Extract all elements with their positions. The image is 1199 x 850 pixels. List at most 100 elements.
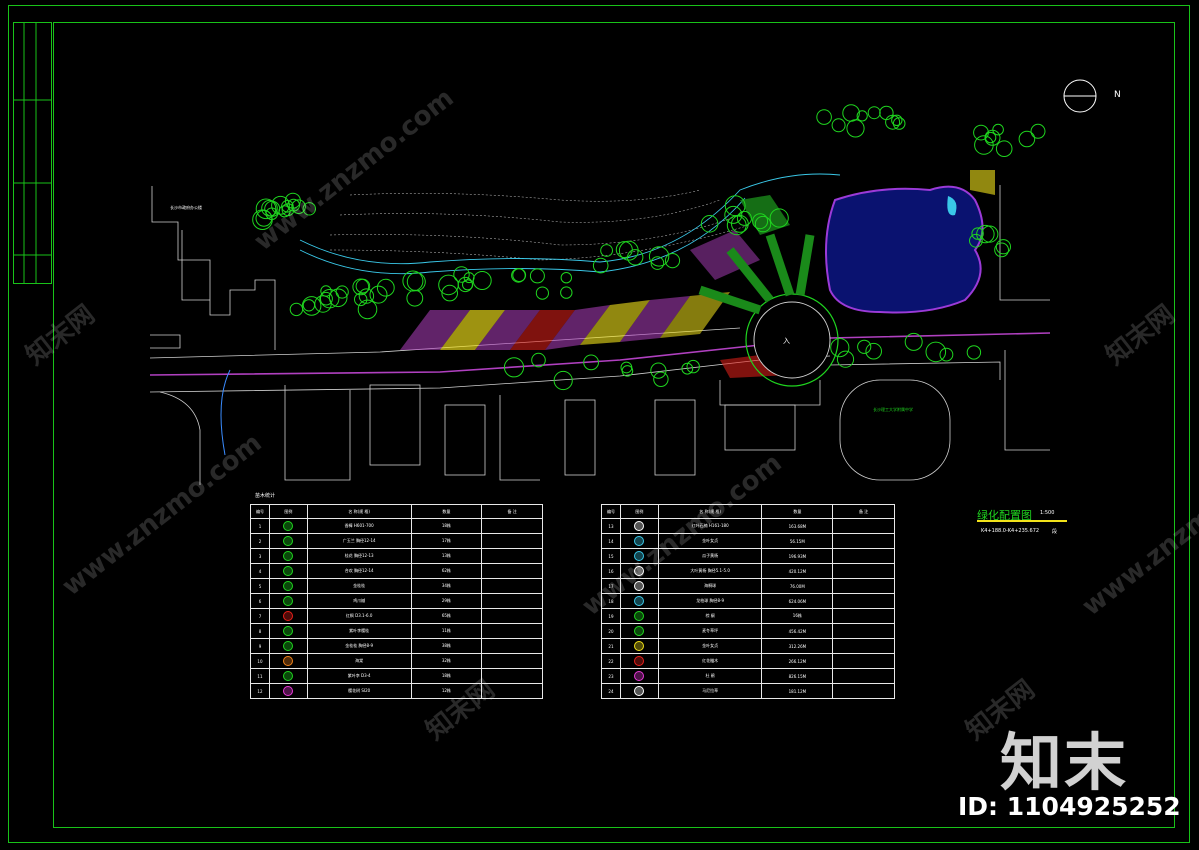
plant-symbol-icon xyxy=(283,521,294,531)
drawing-scale: 1:500 xyxy=(1040,510,1055,516)
legend-name: 金叶女贞 xyxy=(657,638,763,654)
tree-icon xyxy=(560,286,573,299)
plant-legend-table-left: 编号 图例 名 称(规 格) 数量 备 注 1 香樟 H601-700 18株 2 广玉… xyxy=(250,504,543,699)
tree-icon xyxy=(686,359,700,374)
legend-row: 10 海棠 32株 xyxy=(250,653,543,669)
tree-icon xyxy=(973,124,989,141)
plant-symbol-icon xyxy=(634,671,645,681)
legend-name: 金桂桂 胸径8-9 xyxy=(306,638,412,654)
tree-icon xyxy=(453,266,470,283)
plant-symbol-icon xyxy=(283,641,294,651)
plant-symbol-icon xyxy=(283,611,294,621)
plant-symbol-icon xyxy=(634,566,645,576)
legend-symbol-icon xyxy=(268,518,308,534)
legend-name: 樱花树 SI20 xyxy=(306,683,412,699)
tree-icon xyxy=(981,225,999,243)
legend-name: 紫叶李 D3-4 xyxy=(306,668,412,684)
tree-icon xyxy=(511,268,526,283)
legend-number: 10 xyxy=(250,653,270,669)
legend-symbol-icon xyxy=(268,638,308,654)
legend-remark xyxy=(481,683,543,699)
legend-remark xyxy=(481,638,543,654)
brand-watermark: 知末 xyxy=(1000,726,1129,799)
plant-symbol-icon xyxy=(283,626,294,636)
legend-number: 9 xyxy=(250,638,270,654)
legend-quantity: 624.06M xyxy=(761,593,834,609)
legend-name: 麦冬草坪 xyxy=(657,623,763,639)
plant-symbol-icon xyxy=(634,611,645,621)
legend-remark xyxy=(832,548,895,564)
legend-quantity: 17株 xyxy=(410,533,483,549)
legend-row: 6 鸡爪槭 29株 xyxy=(250,593,543,609)
legend-name: 红枫 D3.1-6.0 xyxy=(306,608,412,624)
legend-quantity: 13株 xyxy=(410,548,483,564)
legend-symbol-icon xyxy=(268,548,308,564)
legend-remark xyxy=(832,608,895,624)
legend-number: 24 xyxy=(601,683,621,699)
plant-symbol-icon xyxy=(634,686,645,696)
tree-icon xyxy=(966,345,982,360)
tree-icon xyxy=(1030,123,1046,139)
legend-symbol-icon xyxy=(268,563,308,579)
plant-symbol-icon xyxy=(634,596,645,606)
plant-symbol-icon xyxy=(634,521,645,531)
legend-number: 23 xyxy=(601,668,621,684)
legend-number: 8 xyxy=(250,623,270,639)
drawing-chainage: K4+188.0-K4+235.672 xyxy=(981,528,1040,534)
school-label: 长沙理工大学附属中学 xyxy=(873,407,913,412)
tree-icon xyxy=(995,140,1013,157)
header-cell: 编号 xyxy=(250,504,270,519)
legend-quantity: 38株 xyxy=(410,638,483,654)
legend-number: 13 xyxy=(601,518,621,534)
legend-name: 红叶石楠 H161-180 xyxy=(657,518,763,534)
legend-number: 12 xyxy=(250,683,270,699)
legend-number: 5 xyxy=(250,578,270,594)
contour-lines xyxy=(329,189,751,261)
legend-remark xyxy=(481,623,543,639)
title-strip-lines xyxy=(13,22,52,284)
legend-name: 海棠 xyxy=(306,653,412,669)
legend-row: 9 金桂桂 胸径8-9 38株 xyxy=(250,638,543,654)
legend-quantity: 312.26M xyxy=(761,638,834,654)
tree-icon xyxy=(289,302,304,317)
header-cell: 数量 xyxy=(410,504,483,519)
legend-remark xyxy=(832,533,895,549)
legend-number: 4 xyxy=(250,563,270,579)
legend-number: 15 xyxy=(601,548,621,564)
legend-remark xyxy=(832,683,895,699)
tree-icon xyxy=(995,239,1012,255)
tree-icon xyxy=(441,284,459,302)
legend-quantity: 29株 xyxy=(410,593,483,609)
tree-icon xyxy=(879,105,894,121)
tree-icon xyxy=(406,289,424,307)
legend-symbol-icon xyxy=(268,578,308,594)
legend-name: 大叶黄杨 胸径5.1-5.0 xyxy=(657,563,763,579)
drawing-chainage-suffix: 段 xyxy=(1052,529,1058,535)
legend-number: 21 xyxy=(601,638,621,654)
legend-symbol-icon xyxy=(619,578,659,594)
legend-remark xyxy=(832,623,895,639)
legend-row: 18 龙柏球 胸径8-9 624.06M xyxy=(601,593,895,609)
legend-number: 1 xyxy=(250,518,270,534)
title-underline xyxy=(977,520,1067,522)
legend-quantity: 181.12M xyxy=(761,683,834,699)
tree-icon xyxy=(842,104,860,122)
legend-symbol-icon xyxy=(619,563,659,579)
tree-icon xyxy=(831,118,846,133)
legend-remark xyxy=(832,518,895,534)
legend-number: 6 xyxy=(250,593,270,609)
tree-icon xyxy=(650,362,667,379)
legend-name: 红花檵木 xyxy=(657,653,763,669)
building-label: 长沙市政府办公楼 xyxy=(170,205,202,210)
legend-number: 3 xyxy=(250,548,270,564)
plant-symbol-icon xyxy=(283,551,294,561)
legend-quantity: 11株 xyxy=(410,623,483,639)
legend-quantity: 65株 xyxy=(410,608,483,624)
legend-symbol-icon xyxy=(619,623,659,639)
header-cell: 名 称(规 格) xyxy=(306,504,412,519)
tree-icon xyxy=(302,299,316,312)
tree-icon xyxy=(560,272,572,284)
legend-quantity: 163.68M xyxy=(761,518,834,534)
cad-drawing-sheet: N www.znzmo.com www.znzmo.com www.znzmo.… xyxy=(0,0,1199,850)
legend-quantity: 18株 xyxy=(410,668,483,684)
